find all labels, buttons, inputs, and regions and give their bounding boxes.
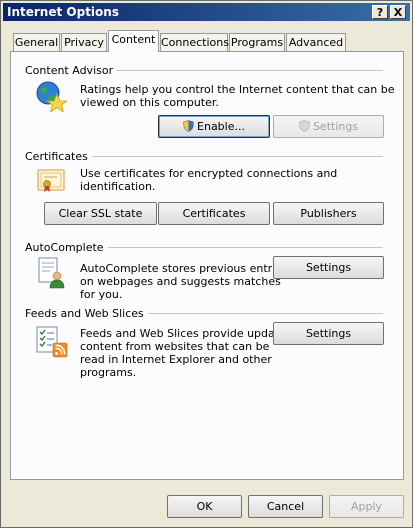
autocomplete-settings-button[interactable]: Settings (273, 256, 384, 279)
ok-button[interactable]: OK (167, 495, 242, 518)
autocomplete-description-line2: on webpages and suggests matches (80, 275, 281, 288)
tab-general[interactable]: General (13, 33, 60, 51)
certificates-description: Use certificates for encrypted connectio… (80, 167, 338, 193)
close-button[interactable]: X (390, 5, 406, 19)
feeds-title: Feeds and Web Slices (25, 307, 148, 320)
rss-feed-icon (36, 326, 68, 358)
feeds-divider (138, 313, 383, 314)
feeds-settings-button[interactable]: Settings (273, 322, 384, 345)
tab-connections[interactable]: Connections (160, 33, 229, 51)
tab-privacy[interactable]: Privacy (61, 33, 107, 51)
content-advisor-title: Content Advisor (25, 64, 118, 77)
autocomplete-divider (97, 247, 383, 248)
internet-options-dialog: Internet Options ? X General Privacy Con… (0, 0, 413, 528)
help-button[interactable]: ? (372, 5, 388, 19)
title-bar[interactable]: Internet Options ? X (3, 3, 410, 21)
feeds-description-line3: read in Internet Explorer and other (80, 353, 272, 366)
feeds-description-line2: content from websites that can be (80, 340, 270, 353)
certificates-title: Certificates (25, 150, 92, 163)
content-advisor-description-line2: viewed on this computer. (80, 96, 219, 109)
enable-button-label: Enable... (197, 120, 245, 133)
globe-star-icon (36, 81, 67, 112)
tab-programs[interactable]: Programs (229, 33, 285, 51)
content-advisor-settings-button: Settings (273, 115, 384, 138)
clear-ssl-state-button[interactable]: Clear SSL state (44, 202, 157, 225)
apply-button: Apply (329, 495, 404, 518)
tab-content[interactable]: Content (108, 30, 159, 52)
content-tab-panel: Content Advisor Ratings help you control… (10, 51, 404, 480)
content-advisor-divider (106, 70, 383, 71)
certificates-divider (86, 156, 383, 157)
certificates-button[interactable]: Certificates (158, 202, 270, 225)
certificate-icon (37, 169, 65, 192)
feeds-description-line4: programs. (80, 366, 137, 379)
autocomplete-icon (38, 257, 65, 289)
autocomplete-title: AutoComplete (25, 241, 108, 254)
feeds-description-line1: Feeds and Web Slices provide updated (80, 327, 293, 340)
uac-shield-icon (183, 120, 194, 132)
publishers-button[interactable]: Publishers (273, 202, 384, 225)
cancel-button[interactable]: Cancel (248, 495, 323, 518)
content-advisor-description-line1: Ratings help you control the Internet co… (80, 83, 395, 96)
tab-advanced[interactable]: Advanced (286, 33, 346, 51)
content-advisor-settings-label: Settings (312, 120, 359, 133)
window-title: Internet Options (7, 5, 119, 19)
autocomplete-description-line1: AutoComplete stores previous entries (80, 262, 288, 275)
uac-shield-icon (299, 120, 310, 132)
autocomplete-description-line3: for you. (80, 288, 123, 301)
enable-button[interactable]: Enable... (158, 115, 270, 138)
